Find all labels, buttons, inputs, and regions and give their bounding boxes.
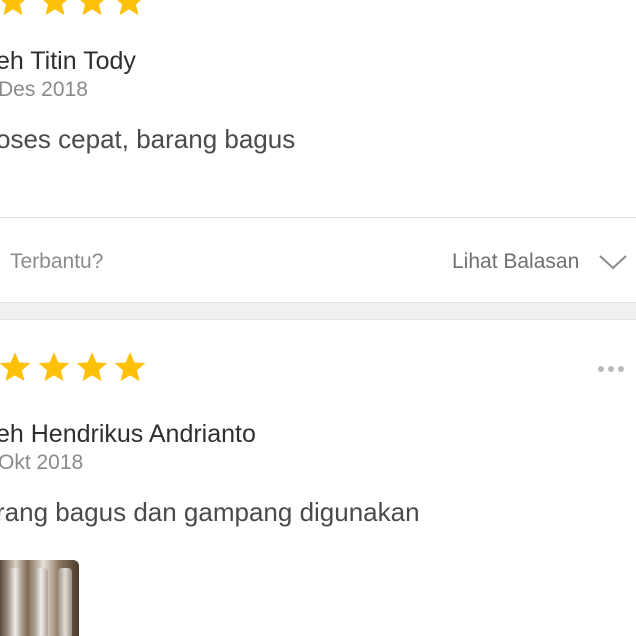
star-icon [37, 350, 71, 384]
section-separator [0, 302, 636, 320]
star-icon [0, 350, 32, 384]
star-icon [0, 0, 30, 18]
helpful-button[interactable]: Terbantu? [10, 250, 103, 274]
star-icon [75, 350, 109, 384]
review-date: Okt 2018 [0, 451, 84, 474]
chevron-down-icon[interactable] [598, 253, 628, 271]
review-text: oses cepat, barang bagus [0, 124, 296, 154]
star-icon [38, 0, 72, 18]
reviewer-name: eh Titin Tody [0, 47, 136, 75]
star-icon [113, 350, 147, 384]
view-replies-button[interactable]: Lihat Balasan [452, 250, 579, 274]
star-icon [112, 0, 146, 18]
star-icon [75, 0, 109, 18]
review-date: Des 2018 [0, 78, 88, 101]
more-options-icon[interactable] [598, 366, 624, 372]
review-photo-thumbnail[interactable] [0, 560, 79, 636]
review-text: rang bagus dan gampang digunakan [0, 497, 420, 527]
divider [0, 217, 636, 218]
reviewer-name: eh Hendrikus Andrianto [0, 420, 256, 448]
